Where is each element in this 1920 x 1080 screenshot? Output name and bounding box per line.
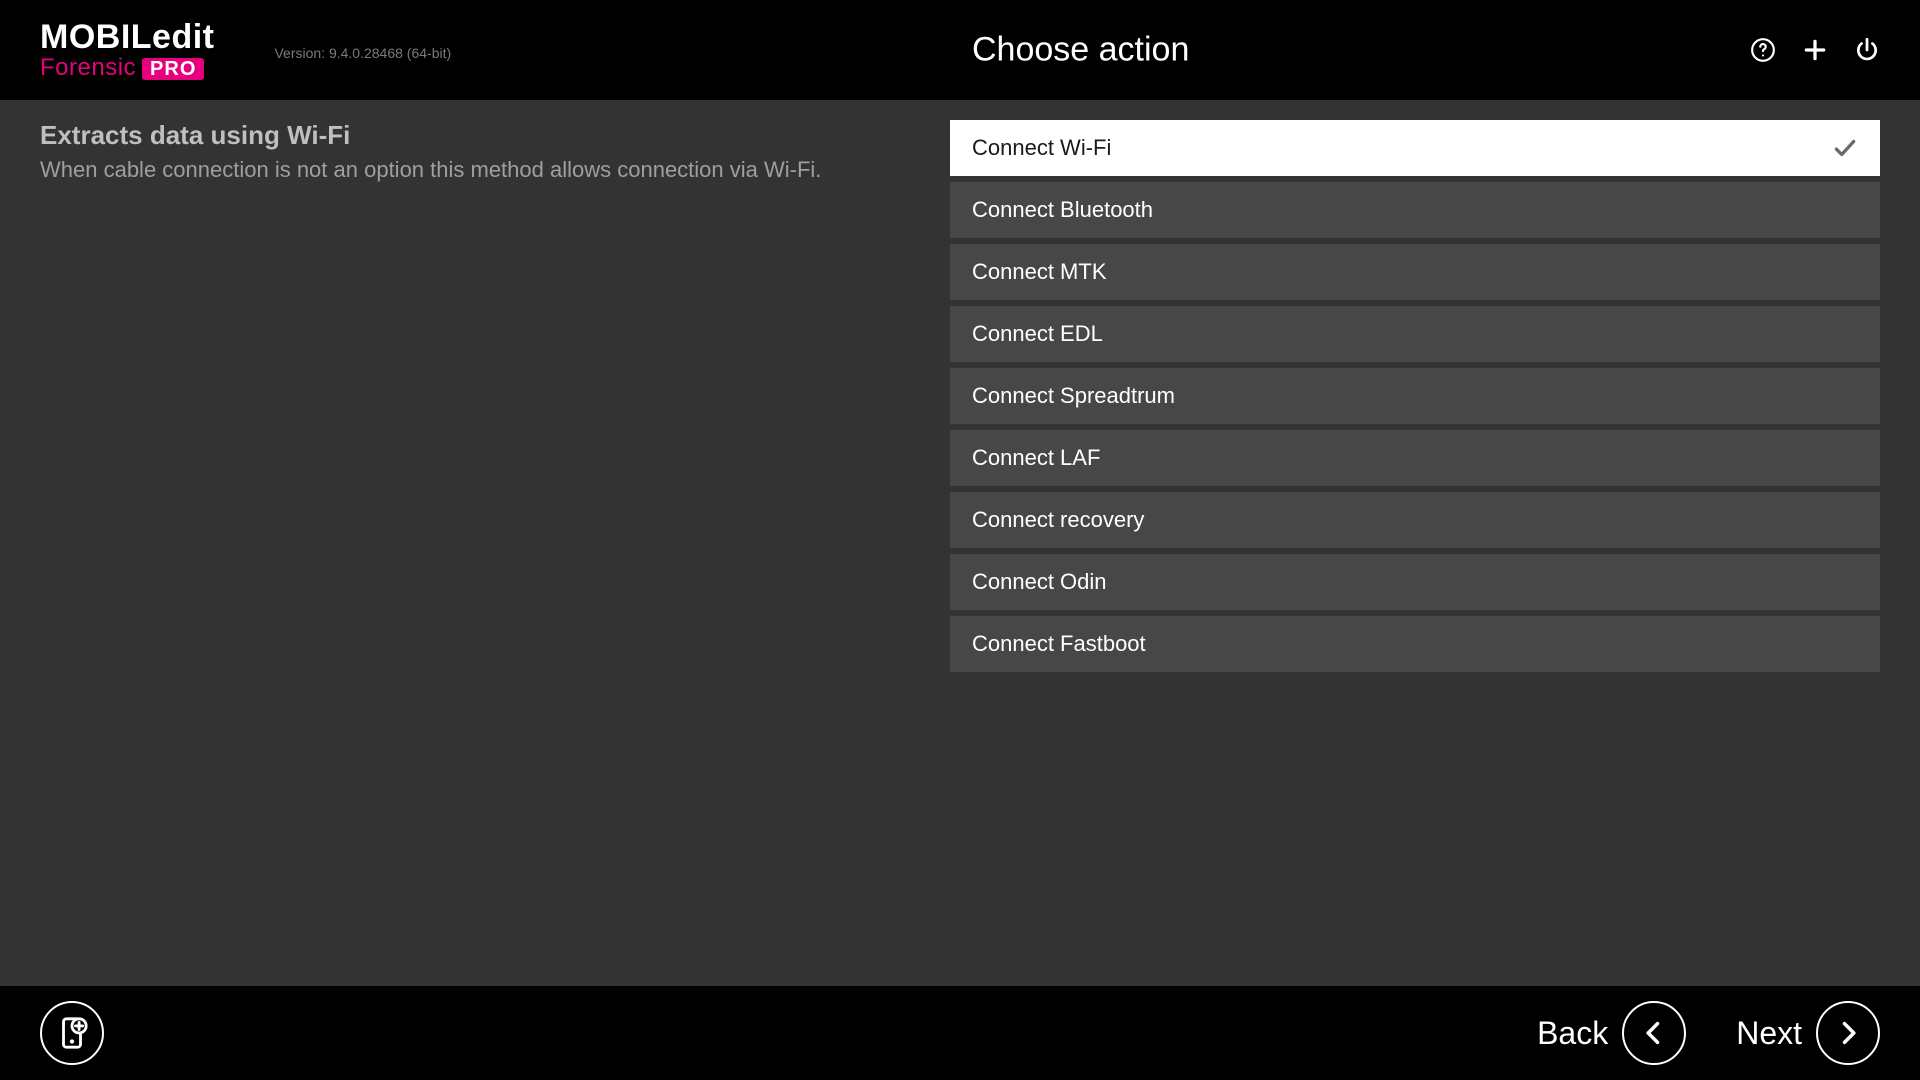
action-item[interactable]: Connect Odin — [950, 554, 1880, 610]
back-label: Back — [1537, 1015, 1608, 1052]
next-label: Next — [1736, 1015, 1802, 1052]
action-item-label: Connect LAF — [972, 445, 1100, 471]
header-bar: MOBILedit Forensic PRO Version: 9.4.0.28… — [0, 0, 1920, 100]
action-item-label: Connect Fastboot — [972, 631, 1146, 657]
logo-line2: Forensic PRO — [40, 56, 214, 80]
power-icon[interactable] — [1854, 37, 1880, 63]
page-title: Choose action — [972, 31, 1189, 70]
action-item-label: Connect MTK — [972, 259, 1107, 285]
action-item[interactable]: Connect EDL — [950, 306, 1880, 362]
action-item[interactable]: Connect LAF — [950, 430, 1880, 486]
description-panel: Extracts data using Wi-Fi When cable con… — [40, 120, 930, 986]
action-item-label: Connect Spreadtrum — [972, 383, 1175, 409]
action-item-label: Connect recovery — [972, 507, 1144, 533]
description-title: Extracts data using Wi-Fi — [40, 120, 930, 151]
add-icon[interactable] — [1802, 37, 1828, 63]
action-item-label: Connect Wi-Fi — [972, 135, 1111, 161]
action-item[interactable]: Connect Spreadtrum — [950, 368, 1880, 424]
chevron-right-icon — [1816, 1001, 1880, 1065]
action-item-label: Connect Bluetooth — [972, 197, 1153, 223]
action-item[interactable]: Connect MTK — [950, 244, 1880, 300]
action-item[interactable]: Connect Fastboot — [950, 616, 1880, 672]
action-item[interactable]: Connect recovery — [950, 492, 1880, 548]
action-item-label: Connect EDL — [972, 321, 1103, 347]
check-icon — [1832, 135, 1858, 161]
help-icon[interactable] — [1750, 37, 1776, 63]
header-icons — [1750, 37, 1900, 63]
app-logo: MOBILedit Forensic PRO — [40, 20, 214, 80]
add-device-button[interactable] — [40, 1001, 104, 1065]
main-content: Extracts data using Wi-Fi When cable con… — [0, 100, 1920, 986]
action-item-label: Connect Odin — [972, 569, 1107, 595]
logo-line1: MOBILedit — [40, 20, 214, 54]
footer-left — [40, 1001, 104, 1065]
action-list: Connect Wi-Fi Connect Bluetooth Connect MT… — [950, 120, 1880, 986]
action-item[interactable]: Connect Bluetooth — [950, 182, 1880, 238]
next-button[interactable]: Next — [1736, 1001, 1880, 1065]
footer-bar: Back Next — [0, 986, 1920, 1080]
version-label: Version: 9.4.0.28468 (64-bit) — [274, 45, 451, 61]
footer-right: Back Next — [1537, 1001, 1880, 1065]
chevron-left-icon — [1622, 1001, 1686, 1065]
logo-pro: PRO — [142, 58, 204, 80]
back-button[interactable]: Back — [1537, 1001, 1686, 1065]
logo-forensic: Forensic — [40, 56, 136, 80]
action-item[interactable]: Connect Wi-Fi — [950, 120, 1880, 176]
description-text: When cable connection is not an option t… — [40, 157, 930, 183]
